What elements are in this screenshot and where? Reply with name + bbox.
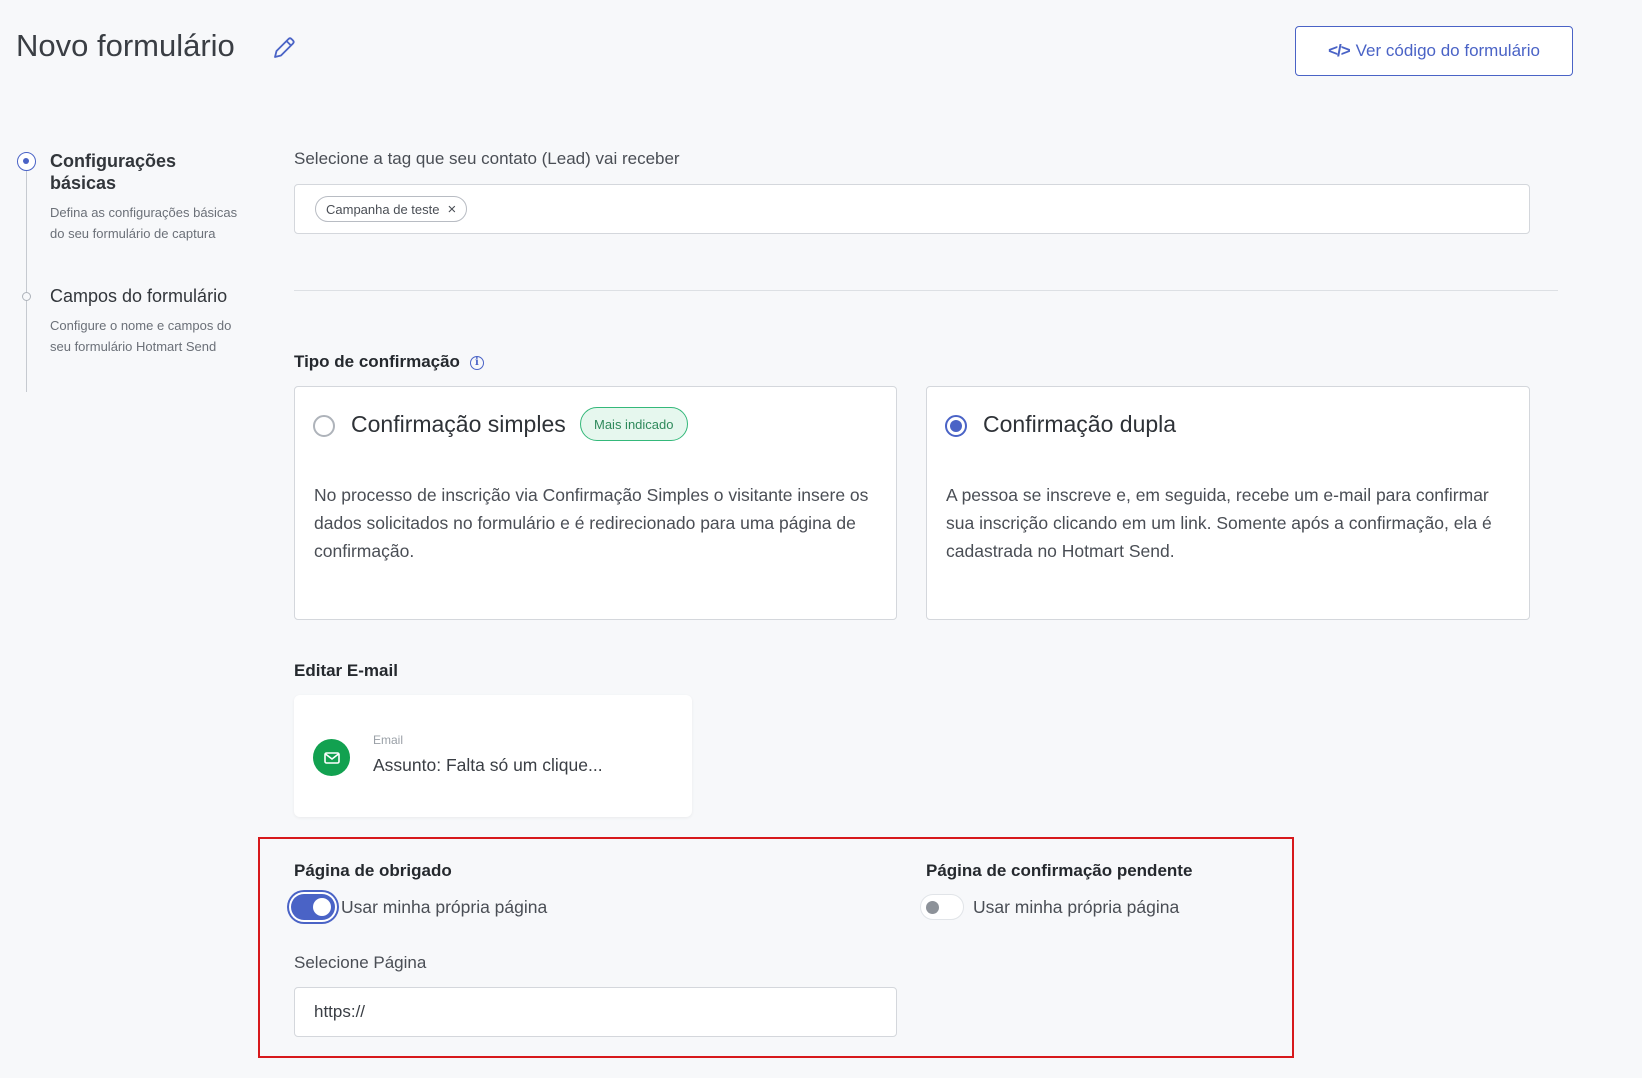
recommended-badge: Mais indicado xyxy=(580,407,688,441)
thank-you-page-label: Página de obrigado xyxy=(294,861,452,880)
edit-email-label: Editar E-mail xyxy=(294,661,398,680)
tag-chip-label: Campanha de teste xyxy=(326,201,440,217)
confirmation-type-label: Tipo de confirmação i xyxy=(294,352,484,372)
tag-input[interactable]: Campanha de teste × xyxy=(294,184,1530,234)
page-url-input[interactable] xyxy=(294,987,897,1037)
email-type-label: Email xyxy=(373,733,404,747)
remove-tag-icon[interactable]: × xyxy=(447,202,456,217)
select-page-label: Selecione Página xyxy=(294,953,427,972)
simple-confirmation-option[interactable]: Confirmação simples Mais indicado No pro… xyxy=(294,386,897,620)
double-confirmation-radio[interactable] xyxy=(945,415,967,437)
step-form-fields[interactable]: Campos do formulário Configure o nome e … xyxy=(50,285,250,357)
option-title: Confirmação simples xyxy=(351,411,566,437)
pending-page-toggle[interactable] xyxy=(920,894,964,920)
thank-you-toggle-label: Usar minha própria página xyxy=(341,897,548,917)
step-description: Defina as configurações básicas do seu f… xyxy=(50,205,238,241)
option-description: A pessoa se inscreve e, em seguida, rece… xyxy=(946,485,1492,561)
step-description: Configure o nome e campos do seu formulá… xyxy=(50,318,232,354)
envelope-icon xyxy=(313,739,350,776)
confirmation-type-text: Tipo de confirmação xyxy=(294,352,460,371)
option-description: No processo de inscrição via Confirmação… xyxy=(314,485,869,561)
code-icon: </> xyxy=(1328,41,1351,60)
email-card[interactable]: Email Assunto: Falta só um clique... xyxy=(294,695,692,817)
pencil-icon[interactable] xyxy=(270,34,298,62)
double-confirmation-option[interactable]: Confirmação dupla A pessoa se inscreve e… xyxy=(926,386,1530,620)
option-title: Confirmação dupla xyxy=(983,411,1177,437)
stepper-line xyxy=(26,170,27,392)
tag-label: Selecione a tag que seu contato (Lead) v… xyxy=(294,149,680,168)
pending-page-label: Página de confirmação pendente xyxy=(926,861,1193,880)
step-title: Campos do formulário xyxy=(50,286,228,306)
step-basic-settings[interactable]: Configurações básicas Defina as configur… xyxy=(50,150,240,244)
section-divider xyxy=(294,290,1558,291)
step-title: Configurações básicas xyxy=(50,151,177,193)
step-active-indicator xyxy=(17,152,36,171)
tag-chip: Campanha de teste × xyxy=(315,196,468,222)
thank-you-page-toggle[interactable] xyxy=(291,894,335,920)
simple-confirmation-radio[interactable] xyxy=(313,415,335,437)
view-form-code-label: Ver código do formulário xyxy=(1355,41,1540,60)
step-inactive-indicator xyxy=(22,292,31,301)
page-title: Novo formulário xyxy=(16,28,235,63)
pending-toggle-label: Usar minha própria página xyxy=(973,897,1180,917)
view-form-code-button[interactable]: </> Ver código do formulário xyxy=(1295,26,1573,76)
info-icon[interactable]: i xyxy=(469,355,484,370)
email-subject: Assunto: Falta só um clique... xyxy=(373,755,603,775)
